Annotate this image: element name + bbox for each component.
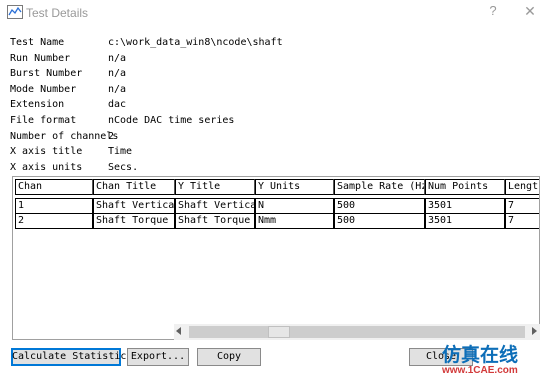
- info-label: File format: [10, 114, 77, 126]
- table-cell[interactable]: Shaft Torque: [93, 213, 175, 229]
- table-cell[interactable]: Shaft Vertical: [175, 198, 255, 214]
- help-button[interactable]: ?: [482, 3, 504, 23]
- info-label: Test Name: [10, 37, 65, 48]
- column-header-num-points[interactable]: Num Points: [425, 179, 505, 195]
- info-value: n/a: [108, 83, 127, 95]
- info-row-file-format: File format nCode DAC time series: [10, 113, 410, 129]
- info-value: Secs.: [108, 161, 139, 173]
- table-cell[interactable]: 3501: [425, 213, 505, 229]
- table-cell[interactable]: 2: [15, 213, 93, 229]
- window-title: Test Details: [26, 6, 89, 20]
- app-icon: [7, 5, 23, 19]
- info-value: dac: [108, 99, 127, 111]
- scrollbar-thumb[interactable]: [268, 326, 290, 338]
- scrollbar-track[interactable]: [189, 326, 525, 338]
- info-row-run-number: Run Number n/a: [10, 51, 410, 67]
- info-value: 2: [108, 130, 115, 142]
- info-row-mode-number: Mode Number n/a: [10, 82, 410, 98]
- info-row-number-of-channels: Number of channels 2: [10, 129, 410, 145]
- info-label: Run Number: [10, 52, 71, 64]
- info-label: Mode Number: [10, 83, 77, 95]
- table-cell[interactable]: 1: [15, 198, 93, 214]
- table-cell[interactable]: Nmm: [255, 213, 334, 229]
- table-cell[interactable]: 500: [334, 213, 425, 229]
- test-info-list: Test Name c:\work_data_win8\ncode\shaft R…: [10, 35, 410, 175]
- copy-button[interactable]: Copy: [197, 348, 261, 366]
- info-row-extension: Extension dac: [10, 97, 410, 113]
- watermark-url: www.1CAE.com: [442, 365, 518, 376]
- table-cell[interactable]: 7: [505, 198, 539, 214]
- info-row-test-name: Test Name c:\work_data_win8\ncode\shaft: [10, 35, 410, 51]
- horizontal-scrollbar[interactable]: [174, 324, 540, 340]
- column-header-y-units[interactable]: Y Units: [255, 179, 334, 195]
- info-label: X axis title: [10, 146, 83, 158]
- column-header-chan[interactable]: Chan: [15, 179, 93, 195]
- site-watermark: 仿真在线 www.1CAE.com: [442, 340, 550, 378]
- table-cell[interactable]: 500: [334, 198, 425, 214]
- info-label: Burst Number: [10, 68, 83, 80]
- info-row-burst-number: Burst Number n/a: [10, 66, 410, 82]
- scroll-left-icon[interactable]: [176, 327, 181, 335]
- info-value: n/a: [108, 68, 127, 80]
- info-value: c:\work_data_win8\ncode\shaft: [108, 37, 283, 48]
- column-header-chan-title[interactable]: Chan Title: [93, 179, 175, 195]
- scroll-right-icon[interactable]: [532, 327, 537, 335]
- title-bar: Test Details ? ✕: [0, 0, 554, 26]
- info-label: Number of channels: [10, 130, 119, 142]
- table-cell[interactable]: N: [255, 198, 334, 214]
- info-row-x-axis-title: X axis title Time: [10, 144, 410, 160]
- watermark-title: 仿真在线: [442, 344, 519, 366]
- info-value: nCode DAC time series: [108, 114, 235, 126]
- column-header-length[interactable]: Length: [505, 179, 539, 195]
- info-value: Time: [108, 146, 133, 158]
- table-cell[interactable]: Shaft Vertical: [93, 198, 175, 214]
- calculate-statistics-button[interactable]: Calculate Statistics: [11, 348, 132, 366]
- channel-table[interactable]: Chan Chan Title Y Title Y Units Sample R…: [12, 176, 540, 340]
- info-value: n/a: [108, 52, 127, 64]
- info-label: Extension: [10, 99, 65, 111]
- column-header-y-title[interactable]: Y Title: [175, 179, 255, 195]
- close-window-button[interactable]: ✕: [519, 3, 541, 23]
- info-row-x-axis-units: X axis units Secs.: [10, 160, 410, 176]
- column-header-sample-rate[interactable]: Sample Rate (Hz): [334, 179, 425, 195]
- table-cell[interactable]: Shaft Torque: [175, 213, 255, 229]
- table-cell[interactable]: 3501: [425, 198, 505, 214]
- table-cell[interactable]: 7: [505, 213, 539, 229]
- info-label: X axis units: [10, 161, 83, 173]
- export-button[interactable]: Export...: [127, 348, 189, 366]
